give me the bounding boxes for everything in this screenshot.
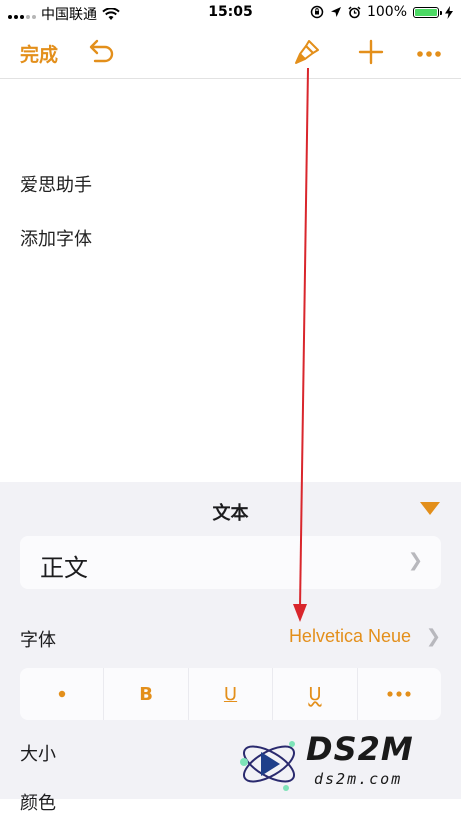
- annotation-arrow: [293, 67, 309, 622]
- watermark-subtitle: ds2m.com: [314, 770, 403, 788]
- watermark-logo: DS2M ds2m.com: [236, 726, 461, 799]
- atom-logo-icon: [240, 741, 295, 791]
- watermark-title: DS2M: [306, 730, 414, 768]
